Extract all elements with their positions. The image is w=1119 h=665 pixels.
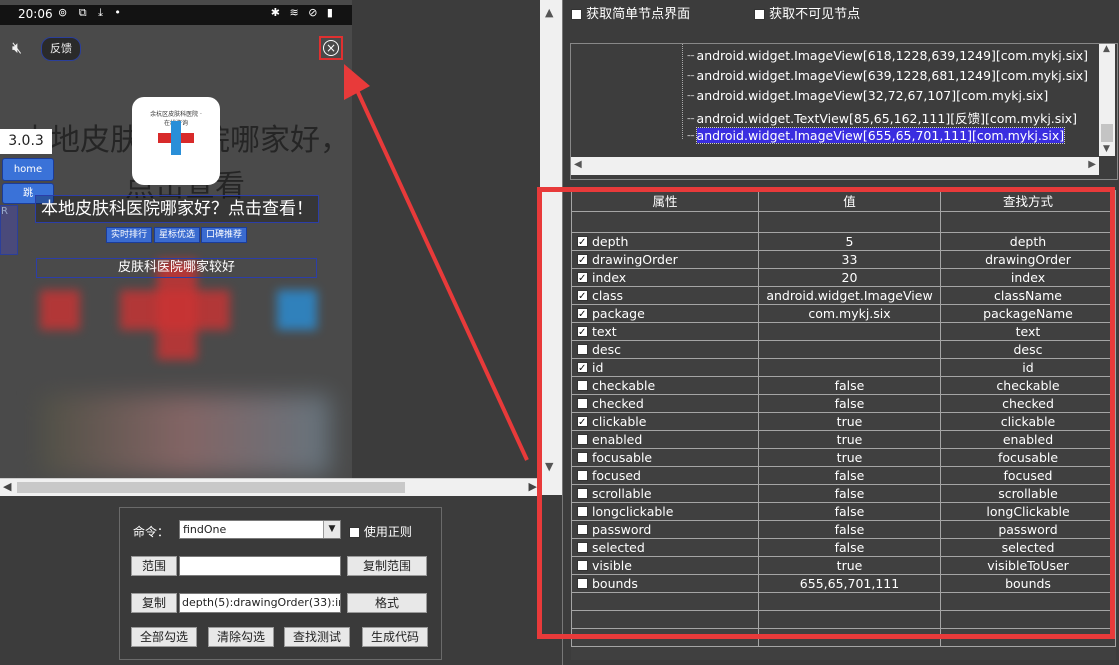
simple-node-checkbox[interactable] [571, 9, 582, 20]
scroll-up-icon[interactable]: ▲ [1103, 44, 1110, 54]
blurred-image [277, 290, 317, 330]
scroll-right-icon[interactable]: ▶ [529, 480, 537, 493]
copy-button[interactable]: 复制 [131, 593, 177, 613]
command-select[interactable]: findOne ▼ [179, 520, 341, 539]
range-input[interactable] [179, 556, 341, 576]
select-all-button[interactable]: 全部勾选 [131, 627, 197, 647]
scroll-thumb[interactable] [17, 482, 405, 493]
simple-node-label: 获取简单节点界面 [586, 7, 691, 22]
version-label: 3.0.3 [0, 129, 52, 154]
scroll-left-icon[interactable]: ◀ [3, 480, 11, 493]
copy-input[interactable]: depth(5):drawingOrder(33):inde [179, 593, 341, 613]
scroll-left-icon[interactable]: ◀ [574, 159, 582, 170]
status-bar: 20:06 ⊚ ⧉ ⤓ • ✱ ≋ ⊘ ▮ [0, 5, 352, 25]
scroll-right-icon[interactable]: ▶ [1088, 159, 1096, 170]
tree-node[interactable]: ╌ android.widget.TextView[85,65,162,111][… [687, 108, 1077, 127]
close-icon: × [323, 40, 339, 56]
status-icons-left: ⊚ ⧉ ⤓ • [58, 6, 125, 19]
app-logo: 余杭区皮肤科医院 · 在线咨询 [132, 97, 220, 185]
simple-node-option[interactable]: 获取简单节点界面 [571, 3, 690, 22]
cross-icon [171, 121, 181, 155]
tree-node[interactable]: ╌ android.widget.ImageView[618,1228,639,1… [687, 48, 1088, 63]
status-time: 20:06 [18, 7, 53, 21]
range-button[interactable]: 范围 [131, 556, 177, 576]
regex-checkbox[interactable] [349, 527, 360, 538]
annotation-arrow [344, 64, 529, 461]
close-button[interactable]: × [319, 36, 343, 60]
invisible-node-option[interactable]: 获取不可见节点 [754, 3, 860, 22]
tree-node[interactable]: ╌ android.widget.ImageView[32,72,67,107][… [687, 88, 1048, 103]
home-button[interactable]: home [2, 158, 54, 181]
clear-selection-button[interactable]: 清除勾选 [208, 627, 274, 647]
mute-icon[interactable]: 🔇︎ [12, 38, 22, 58]
format-button[interactable]: 格式 [347, 593, 427, 613]
regex-label: 使用正则 [363, 525, 412, 539]
blurred-image [40, 290, 80, 330]
annotation-rectangle [537, 187, 1115, 639]
copy-range-button[interactable]: 复制范围 [347, 556, 427, 576]
chevron-down-icon[interactable]: ▼ [323, 521, 340, 538]
tag-reputation[interactable]: 口碑推荐 [201, 227, 248, 243]
side-tab-label: R [1, 206, 8, 217]
tree-vertical-scrollbar[interactable]: ▲ ▼ [1099, 44, 1115, 156]
phone-preview[interactable]: 20:06 ⊚ ⧉ ⤓ • ✱ ≋ ⊘ ▮ 🔇︎ 反馈 × 本地皮肤科医院哪家好… [0, 0, 352, 478]
tag-realtime-rank[interactable]: 实时排行 [106, 227, 153, 243]
scroll-thumb[interactable] [1101, 124, 1113, 142]
preview-horizontal-scrollbar[interactable]: ◀ ▶ [0, 478, 540, 496]
scroll-up-icon[interactable]: ▲ [545, 6, 553, 19]
tree-node[interactable]: ╌ android.widget.ImageView[639,1228,681,1… [687, 68, 1088, 83]
find-test-button[interactable]: 查找测试 [284, 627, 350, 647]
invisible-node-label: 获取不可见节点 [769, 7, 861, 22]
invisible-node-checkbox[interactable] [754, 9, 765, 20]
command-label: 命令： [133, 525, 170, 539]
tree-node-selected[interactable]: ╌ android.widget.ImageView[655,65,701,111… [687, 127, 1066, 144]
tag-star-pick[interactable]: 星标优选 [154, 227, 201, 243]
command-value: findOne [183, 523, 227, 536]
regex-option[interactable]: 使用正则 [349, 523, 412, 540]
side-tab[interactable]: R [0, 205, 18, 255]
scroll-down-icon[interactable]: ▼ [1103, 144, 1110, 154]
blurred-image [40, 395, 330, 475]
tree-guide-line [682, 44, 684, 139]
command-panel: 命令： findOne ▼ 使用正则 范围 复制范围 复制 depth(5):d… [119, 507, 442, 660]
tree-horizontal-scrollbar[interactable]: ◀ ▶ [571, 157, 1099, 175]
generate-code-button[interactable]: 生成代码 [362, 627, 428, 647]
headline[interactable]: 本地皮肤科医院哪家好？点击查看！ [35, 195, 319, 223]
feedback-button[interactable]: 反馈 [41, 37, 81, 61]
subtitle[interactable]: 皮肤科医院哪家较好 [36, 258, 317, 278]
annotation-arrow-shaft [354, 87, 529, 461]
status-icons-right: ✱ ≋ ⊘ ▮ [270, 6, 336, 19]
